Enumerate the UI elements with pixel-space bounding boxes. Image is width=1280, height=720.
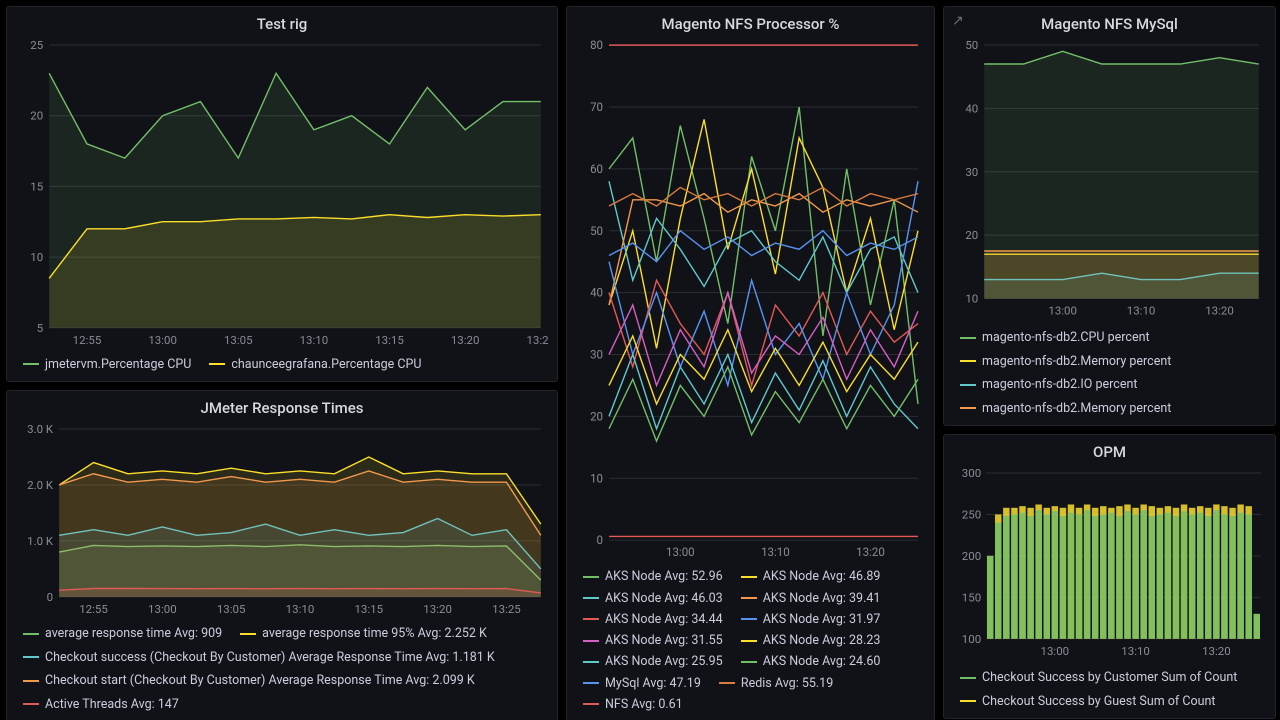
legend-item[interactable]: AKS Node Avg: 34.44	[583, 609, 723, 630]
svg-text:13:15: 13:15	[354, 602, 383, 616]
legend-item[interactable]: Checkout Success by Customer Sum of Coun…	[960, 667, 1237, 688]
svg-text:5: 5	[37, 321, 43, 335]
svg-text:13:15: 13:15	[375, 333, 404, 347]
panel-title: Magento NFS Processor %	[567, 7, 934, 39]
svg-text:13:00: 13:00	[148, 333, 177, 347]
svg-text:13:10: 13:10	[286, 602, 315, 616]
legend-item[interactable]: average response time 95% Avg: 2.252 K	[240, 623, 487, 644]
legend-item[interactable]: NFS Avg: 0.61	[583, 694, 683, 715]
legend: AKS Node Avg: 52.96AKS Node Avg: 46.89AK…	[575, 562, 926, 715]
legend: Checkout Success by Customer Sum of Coun…	[952, 661, 1267, 712]
svg-text:10: 10	[590, 471, 603, 485]
legend-item[interactable]: AKS Node Avg: 28.23	[741, 630, 881, 651]
legend-item[interactable]: AKS Node Avg: 31.97	[741, 609, 881, 630]
svg-text:0: 0	[597, 533, 603, 547]
svg-text:13:00: 13:00	[666, 545, 695, 559]
legend-item[interactable]: AKS Node Avg: 24.60	[741, 651, 881, 672]
svg-text:0: 0	[47, 590, 53, 604]
legend-item[interactable]: jmetervm.Percentage CPU	[23, 354, 191, 375]
svg-text:13:05: 13:05	[217, 602, 246, 616]
svg-text:13:20: 13:20	[856, 545, 885, 559]
svg-text:12:55: 12:55	[79, 602, 108, 616]
panel-opm[interactable]: OPM 100 150 200 250 300 13:00 13:10 13:20 Check…	[943, 434, 1276, 719]
panel-jmeter-response-times[interactable]: JMeter Response Times 0 1.0 K 2.0 K 3.0 K 12…	[6, 390, 558, 720]
svg-text:25: 25	[30, 39, 43, 52]
legend: jmetervm.Percentage CPU chaunceegrafana.P…	[15, 350, 549, 375]
svg-text:13:10: 13:10	[1127, 304, 1156, 318]
panel-title: Magento NFS MySql	[944, 7, 1275, 39]
svg-text:30: 30	[965, 165, 978, 179]
chart-test-rig: 5 10 15 20 25 12:55 13:00 13:05 13:10 13:15 13:20 1…	[15, 39, 549, 350]
legend-item[interactable]: AKS Node Avg: 31.55	[583, 630, 723, 651]
dashboard: Test rig 5 10 15 20 25 12:55 13:00 13:05 13:10 13…	[0, 0, 1280, 720]
legend: magento-nfs-db2.CPU percent magento-nfs-d…	[952, 321, 1267, 420]
svg-text:13:10: 13:10	[761, 545, 790, 559]
svg-text:40: 40	[590, 286, 603, 300]
svg-text:1.0 K: 1.0 K	[27, 534, 54, 548]
legend-item[interactable]: MySql Avg: 47.19	[583, 673, 701, 694]
chart-mysql: 10 20 30 40 50 13:00 13:10 13:20	[952, 39, 1267, 321]
svg-text:13:20: 13:20	[1205, 304, 1234, 318]
svg-text:13:20: 13:20	[451, 333, 480, 347]
legend-item[interactable]: Redis Avg: 55.19	[719, 673, 833, 694]
svg-text:150: 150	[962, 590, 981, 604]
svg-text:40: 40	[965, 101, 978, 115]
svg-text:12:55: 12:55	[73, 333, 102, 347]
legend-item[interactable]: AKS Node Avg: 52.96	[583, 566, 723, 587]
legend-item[interactable]: AKS Node Avg: 25.95	[583, 651, 723, 672]
svg-text:50: 50	[590, 224, 603, 238]
chart-processor: 0 10 20 30 40 50 60 70 80 13:00 13:10 13:20	[575, 39, 926, 562]
legend-item[interactable]: AKS Node Avg: 39.41	[741, 588, 881, 609]
legend-item[interactable]: Checkout Success by Guest Sum of Count	[960, 691, 1216, 712]
svg-text:13:00: 13:00	[1048, 304, 1077, 318]
panel-magento-nfs-mysql[interactable]: ↗ Magento NFS MySql 10 20 30 40 50 13:00 13:10…	[943, 6, 1276, 426]
panel-test-rig[interactable]: Test rig 5 10 15 20 25 12:55 13:00 13:05 13:10 13…	[6, 6, 558, 382]
svg-text:30: 30	[590, 348, 603, 362]
svg-text:13:25: 13:25	[492, 602, 521, 616]
svg-text:2.0 K: 2.0 K	[27, 478, 54, 492]
svg-text:3.0 K: 3.0 K	[27, 423, 54, 436]
external-link-icon[interactable]: ↗	[952, 13, 964, 29]
svg-text:60: 60	[590, 162, 603, 176]
svg-text:250: 250	[962, 507, 981, 521]
legend-item[interactable]: magento-nfs-db2.Memory percent	[960, 351, 1171, 372]
svg-text:13:05: 13:05	[224, 333, 253, 347]
legend-item[interactable]: AKS Node Avg: 46.89	[741, 566, 881, 587]
chart-jmeter: 0 1.0 K 2.0 K 3.0 K 12:55 13:00 13:05 13:10 13:1…	[15, 423, 549, 619]
legend-item[interactable]: average response time Avg: 909	[23, 623, 222, 644]
panel-magento-nfs-processor[interactable]: Magento NFS Processor % 0 10 20 30 40 50 60 70 8…	[566, 6, 935, 720]
svg-text:15: 15	[30, 179, 43, 193]
legend-item[interactable]: chaunceegrafana.Percentage CPU	[209, 354, 421, 375]
svg-text:200: 200	[962, 549, 981, 563]
svg-text:100: 100	[962, 632, 981, 646]
svg-text:13:10: 13:10	[1121, 644, 1150, 658]
legend-item[interactable]: magento-nfs-db2.CPU percent	[960, 327, 1150, 348]
svg-text:13:10: 13:10	[300, 333, 329, 347]
svg-text:80: 80	[590, 39, 603, 52]
svg-text:20: 20	[590, 409, 603, 423]
svg-text:13:25: 13:25	[526, 333, 549, 347]
legend-item[interactable]: magento-nfs-db2.Memory percent	[960, 398, 1171, 419]
legend-item[interactable]: Active Threads Avg: 147	[23, 694, 179, 715]
legend-item[interactable]: AKS Node Avg: 46.03	[583, 588, 723, 609]
svg-text:300: 300	[962, 467, 981, 480]
svg-text:20: 20	[30, 109, 43, 123]
panel-title: JMeter Response Times	[7, 391, 557, 423]
svg-text:10: 10	[965, 292, 978, 306]
svg-text:70: 70	[590, 100, 603, 114]
svg-text:50: 50	[965, 39, 978, 52]
svg-text:13:00: 13:00	[148, 602, 177, 616]
panel-title: OPM	[944, 435, 1275, 467]
legend-item[interactable]: Checkout success (Checkout By Customer) …	[23, 647, 495, 668]
svg-text:13:20: 13:20	[423, 602, 452, 616]
legend-item[interactable]: Checkout start (Checkout By Customer) Av…	[23, 670, 475, 691]
chart-opm: 100 150 200 250 300 13:00 13:10 13:20	[952, 467, 1267, 661]
svg-text:13:00: 13:00	[1041, 644, 1070, 658]
panel-title: Test rig	[7, 7, 557, 39]
svg-text:13:20: 13:20	[1202, 644, 1231, 658]
legend-item[interactable]: magento-nfs-db2.IO percent	[960, 374, 1137, 395]
legend: average response time Avg: 909 average re…	[15, 619, 549, 715]
svg-text:20: 20	[965, 228, 978, 242]
svg-text:10: 10	[30, 250, 43, 264]
